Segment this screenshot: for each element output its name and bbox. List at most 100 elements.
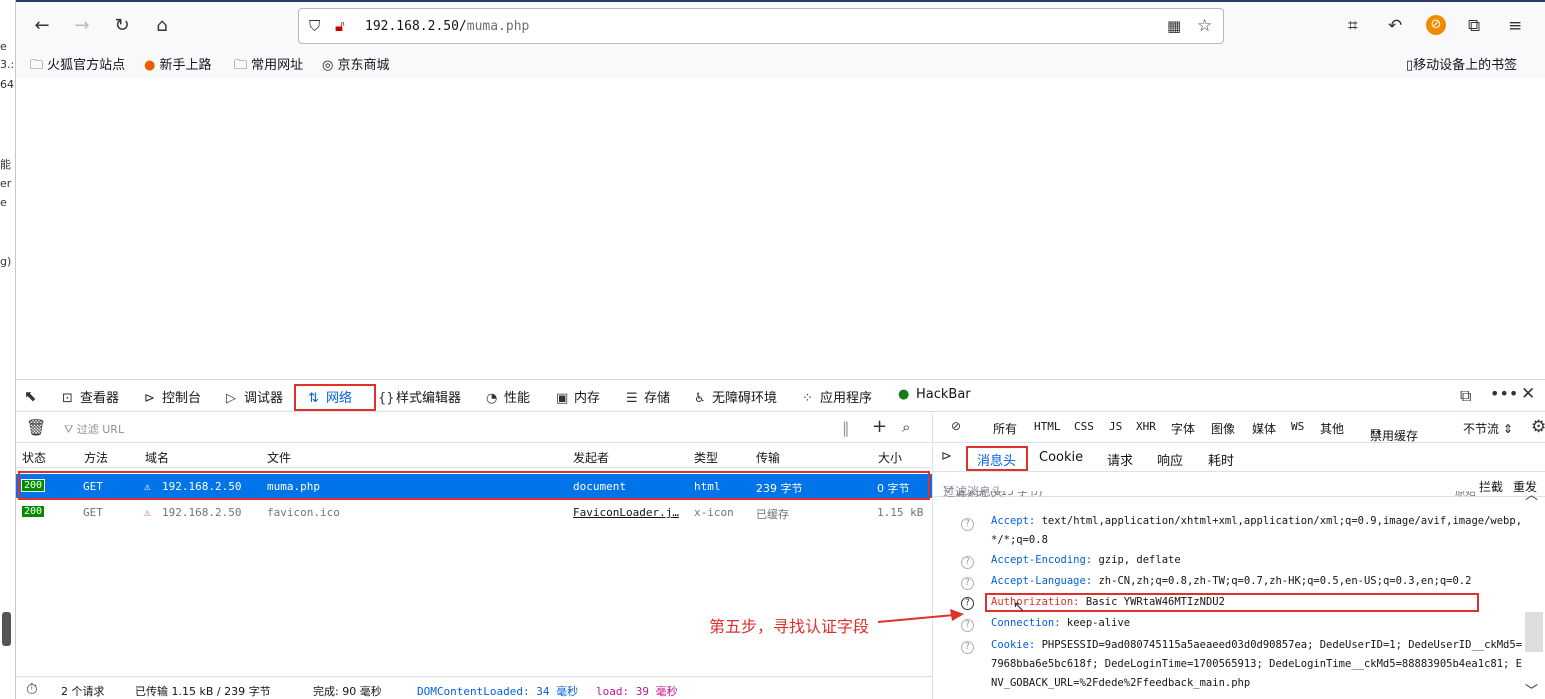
menu-icon[interactable]: ≡ (1508, 16, 1522, 36)
column-size[interactable]: 大小 (878, 449, 902, 466)
filter-fonts[interactable]: 字体 (1171, 420, 1195, 437)
insecure-lock-icon[interactable]: 🔓︎ (335, 17, 345, 35)
globe-icon: ◎ (322, 58, 334, 73)
column-transfer[interactable]: 传输 (756, 449, 780, 466)
home-icon[interactable]: ⌂ (150, 14, 174, 38)
browser-toolbar: ← → ↻ ⌂ ⛉ 🔓︎ 192.168.2.50/muma.php ▦ ☆ ⌗… (16, 0, 1545, 78)
raw-toggle[interactable]: 原始 (1455, 491, 1495, 499)
window-fragment: 3.: (0, 58, 15, 71)
tab-performance[interactable]: ◔ 性能 (486, 387, 530, 406)
bookmark-item[interactable]: ◎ 京东商城 (322, 54, 390, 73)
trash-icon[interactable]: 🗑︎ (26, 418, 46, 437)
help-icon[interactable]: ? (961, 518, 974, 531)
scroll-thumb[interactable] (1525, 612, 1543, 652)
window-scroll-thumb[interactable] (2, 612, 11, 646)
tab-storage[interactable]: ☰ 存储 (626, 387, 670, 406)
search-icon[interactable]: ⌕ (902, 418, 910, 436)
reload-icon[interactable]: ↻ (110, 14, 134, 38)
headers-tab-highlight (966, 446, 1028, 471)
request-size: 1.15 kB (877, 506, 924, 519)
filter-images[interactable]: 图像 (1211, 420, 1235, 437)
filter-media[interactable]: 媒体 (1252, 420, 1276, 437)
status-badge: 200 (21, 505, 46, 518)
tab-request[interactable]: 请求 (1107, 450, 1133, 469)
shield-icon[interactable]: ⛉ (309, 17, 320, 35)
console-icon: ⊳ (144, 391, 155, 406)
request-headers-section[interactable]: 请求头 (615 字节) (955, 491, 1485, 499)
column-file[interactable]: 文件 (267, 449, 291, 466)
extensions-icon[interactable]: ⧉ (1468, 16, 1480, 36)
crop-icon[interactable]: ⌗ (1348, 16, 1358, 36)
column-initiator[interactable]: 发起者 (573, 449, 609, 466)
close-icon[interactable]: ✕ (1521, 384, 1535, 404)
more-options-icon[interactable]: ••• (1490, 384, 1518, 403)
url-bar[interactable]: ⛉ 🔓︎ 192.168.2.50/muma.php ▦ ☆ (298, 8, 1224, 44)
network-summary: ⏱︎ 2 个请求 已传输 1.15 kB / 239 字节 完成: 90 毫秒 … (16, 676, 932, 699)
gear-icon[interactable]: ⚙ (1531, 417, 1545, 437)
bookmark-item[interactable]: 🗀︎ 火狐官方站点 (30, 54, 125, 78)
dock-icon[interactable]: ⧉ (1460, 386, 1471, 406)
background-window-edge: e 3.: 64 能 er e g) (0, 0, 16, 699)
add-icon[interactable]: + (872, 416, 887, 437)
column-domain[interactable]: 域名 (145, 449, 169, 466)
extension-blocked-icon[interactable]: ⊘ (1426, 15, 1446, 35)
help-icon[interactable]: ? (961, 641, 974, 654)
column-method[interactable]: 方法 (84, 449, 108, 466)
filter-other[interactable]: 其他 (1320, 420, 1344, 437)
throttle-select[interactable]: 不节流 ⇕ (1463, 420, 1513, 437)
filter-url-input[interactable]: ⛛ 过滤 URL (64, 421, 124, 437)
undo-icon[interactable]: ↶ (1388, 16, 1402, 36)
block-icon[interactable]: ⊘ (951, 419, 961, 433)
request-type: x-icon (694, 506, 734, 519)
back-icon[interactable]: ← (30, 14, 54, 38)
filter-html[interactable]: HTML (1034, 420, 1061, 433)
tab-style-editor[interactable]: {}样式编辑器 (378, 387, 461, 406)
filter-css[interactable]: CSS (1074, 420, 1094, 433)
chevron-up-icon[interactable]: ︿ (1525, 484, 1538, 503)
help-icon[interactable]: ? (961, 556, 974, 569)
filter-all[interactable]: 所有 (993, 420, 1017, 437)
bookmark-item[interactable]: 🗀︎ 常用网址 (234, 54, 303, 78)
tab-inspector[interactable]: ⊡ 查看器 (62, 387, 119, 406)
column-type[interactable]: 类型 (694, 449, 718, 466)
request-initiator-link[interactable]: FaviconLoader.j… (573, 506, 679, 519)
firefox-icon: ● (144, 58, 156, 73)
details-scrollbar[interactable]: ︿ ﹀ (1521, 444, 1543, 699)
mouse-cursor-icon: ↖ (1013, 599, 1025, 615)
filter-xhr[interactable]: XHR (1136, 420, 1156, 433)
tab-application[interactable]: ⁘ 应用程序 (802, 387, 872, 406)
tab-cookies[interactable]: Cookie (1039, 450, 1083, 465)
request-table-header: 状态 方法 域名 文件 发起者 类型 传输 大小 (16, 444, 932, 468)
request-row[interactable]: 200 GET ⚠ 192.168.2.50 favicon.ico Favic… (16, 500, 932, 524)
request-domain: 192.168.2.50 (162, 506, 242, 519)
tab-timings[interactable]: 耗时 (1208, 450, 1234, 469)
window-fragment: 64 (0, 78, 14, 91)
tab-memory[interactable]: ▣ 内存 (556, 387, 600, 406)
bookmark-star-icon[interactable]: ☆ (1197, 16, 1212, 36)
chevron-down-icon[interactable]: ﹀ (1525, 680, 1538, 699)
performance-icon: ◔ (486, 391, 498, 406)
tab-hackbar[interactable]: ● HackBar (898, 387, 971, 402)
header-connection: Connection: keep-alive (991, 617, 1131, 629)
filter-ws[interactable]: WS (1291, 420, 1304, 433)
header-accept: Accept: text/html,application/xhtml+xml,… (991, 515, 1523, 546)
window-fragment: g) (0, 255, 12, 268)
tab-accessibility[interactable]: ♿︎ 无障碍环境 (694, 387, 777, 406)
network-toolbar: 🗑︎ ⛛ 过滤 URL ‖ + ⌕ (16, 413, 932, 443)
header-accept-encoding: Accept-Encoding: gzip, deflate (991, 554, 1181, 566)
mobile-bookmarks[interactable]: ▯移动设备上的书签 (1406, 54, 1517, 73)
url-text[interactable]: 192.168.2.50/muma.php (365, 19, 529, 34)
application-icon: ⁘ (802, 391, 813, 406)
pause-icon[interactable]: ‖ (842, 419, 850, 437)
bookmark-item[interactable]: ● 新手上路 (144, 54, 212, 73)
tab-console[interactable]: ⊳ 控制台 (144, 387, 201, 406)
element-picker-icon[interactable]: ⬉ (24, 387, 37, 405)
tab-response[interactable]: 响应 (1157, 450, 1183, 469)
toggle-panel-icon[interactable]: ⊳ (941, 449, 952, 464)
qr-code-icon[interactable]: ▦ (1167, 17, 1181, 35)
column-status[interactable]: 状态 (22, 449, 46, 466)
help-icon[interactable]: ? (961, 577, 974, 590)
filter-js[interactable]: JS (1109, 420, 1122, 433)
forward-icon[interactable]: → (70, 14, 94, 38)
tab-debugger[interactable]: ▷ 调试器 (226, 387, 283, 406)
